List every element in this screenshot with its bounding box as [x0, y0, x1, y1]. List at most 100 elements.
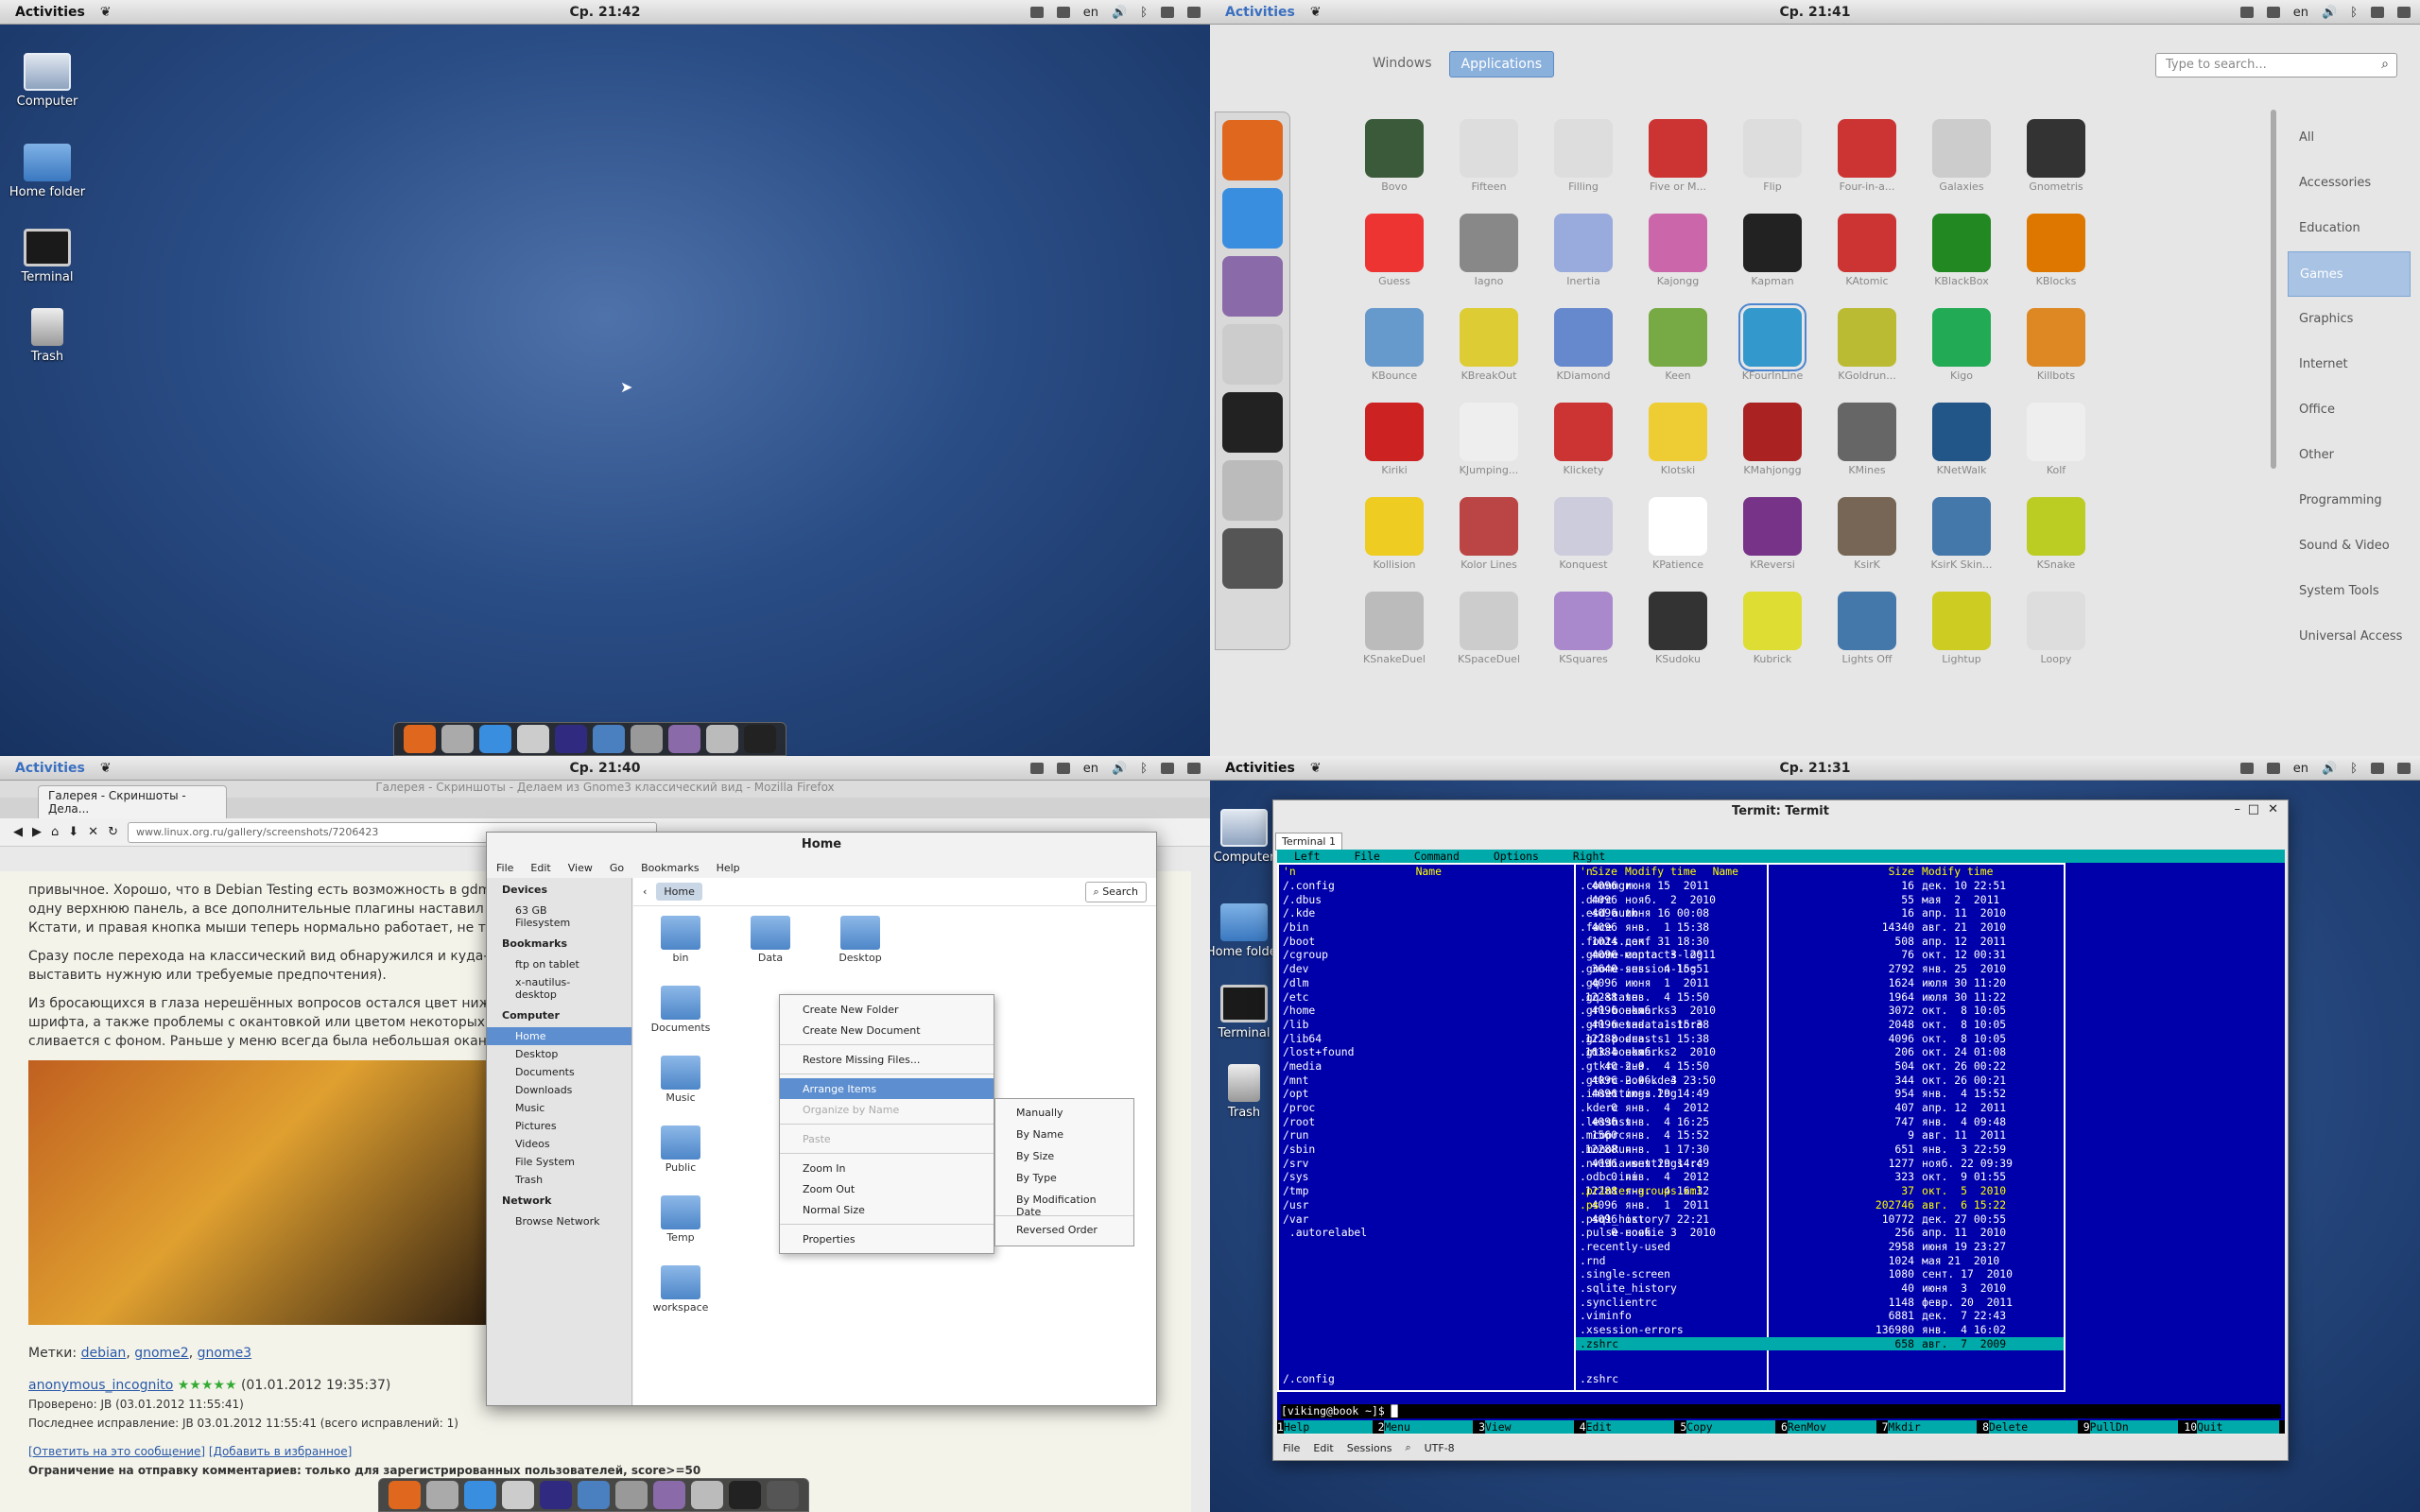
clock[interactable]: Ср. 21:40	[569, 761, 640, 776]
reload-icon[interactable]: ↻	[108, 825, 118, 839]
app-item[interactable]: KFourInLine	[1725, 303, 1820, 403]
activities-button[interactable]: Activities	[1210, 761, 1310, 776]
category-item[interactable]: Other	[2288, 433, 2411, 478]
menu-bookmarks[interactable]: Bookmarks	[641, 862, 699, 874]
app-item[interactable]: Galaxies	[1914, 119, 2009, 214]
sidebar-item-ftp[interactable]: ftp on tablet	[487, 955, 631, 973]
files-icon[interactable]	[615, 1481, 648, 1509]
gimp-icon[interactable]	[767, 1481, 799, 1509]
app-item[interactable]: Five or M...	[1631, 119, 1725, 214]
keyboard-layout[interactable]: en	[1083, 762, 1098, 776]
file-row[interactable]: .kderc 407 апр. 12 2011	[1576, 1101, 2064, 1115]
file-row[interactable]: .xsession-errors 136980 янв. 4 16:02	[1576, 1323, 2064, 1337]
reply-link[interactable]: [Ответить на это сообщение]	[28, 1445, 205, 1458]
app-item[interactable]: Filling	[1536, 119, 1631, 214]
menu-by-type[interactable]: By Type	[995, 1168, 1133, 1190]
app-item[interactable]: Lights Off	[1820, 592, 1914, 686]
file-row[interactable]: .dmrc 55 мая 2 2011	[1576, 893, 2064, 907]
app-item[interactable]: KGoldrun...	[1820, 308, 1914, 403]
network-icon[interactable]	[1029, 7, 1044, 18]
file-row[interactable]: .recently-used 2958 июня 19 23:27	[1576, 1240, 2064, 1254]
category-item[interactable]: Education	[2288, 206, 2411, 251]
bluetooth-icon[interactable]: ᛒ	[2350, 762, 2358, 776]
tab-windows[interactable]: Windows	[1361, 51, 1443, 77]
app-item[interactable]: Loopy	[2009, 592, 2103, 686]
category-item[interactable]: System Tools	[2288, 569, 2411, 614]
tab-applications[interactable]: Applications	[1448, 51, 1555, 77]
desktop-icon-terminal[interactable]: Terminal	[0, 229, 95, 284]
app-item[interactable]: KJumping...	[1442, 403, 1536, 497]
clock[interactable]: Ср. 21:42	[569, 5, 640, 20]
sidebar-item-trash[interactable]: Trash	[487, 1171, 631, 1189]
keyboard-layout[interactable]: en	[2293, 762, 2308, 776]
category-item[interactable]: Universal Access	[2288, 614, 2411, 660]
menu-go[interactable]: Go	[610, 862, 624, 874]
sidebar-item-filesystem[interactable]: File System	[487, 1153, 631, 1171]
sidebar-item-music[interactable]: Music	[487, 1099, 631, 1117]
user-menu-icon[interactable]	[2397, 763, 2411, 774]
file-row[interactable]: .mcoprc 9 авг. 11 2011	[1576, 1128, 2064, 1143]
file-row[interactable]: .odbc.ini 323 окт. 9 01:55	[1576, 1170, 2064, 1184]
mc-menu-right[interactable]: Right	[1556, 850, 1622, 863]
app-item[interactable]: KSpaceDuel	[1442, 592, 1536, 686]
file-row[interactable]: .fonts.conf 508 апр. 12 2011	[1576, 935, 2064, 949]
foot-icon[interactable]: ❦	[1310, 5, 1322, 20]
app-item[interactable]: Inertia	[1536, 214, 1631, 308]
pidgin-icon[interactable]	[1222, 256, 1283, 317]
menu-zoom-out[interactable]: Zoom Out	[780, 1178, 994, 1199]
app-item[interactable]: Kollision	[1347, 497, 1442, 592]
file-row[interactable]: .rnd 1024 мая 21 2010	[1576, 1254, 2064, 1268]
foot-icon[interactable]: ❦	[100, 761, 112, 776]
bluetooth-icon[interactable]: ᛒ	[1140, 6, 1148, 20]
menu-restore-missing[interactable]: Restore Missing Files...	[780, 1049, 994, 1070]
clock[interactable]: Ср. 21:31	[1779, 761, 1850, 776]
category-item[interactable]: Office	[2288, 387, 2411, 433]
app-grid-scrollbar[interactable]	[2271, 110, 2276, 469]
maximize-icon[interactable]: □	[2248, 802, 2259, 816]
terminal-tab[interactable]: Terminal 1	[1275, 833, 1342, 850]
app-item[interactable]: Flip	[1725, 119, 1820, 214]
sidebar-item-desktop[interactable]: Desktop	[487, 1045, 631, 1063]
app-item[interactable]: Klotski	[1631, 403, 1725, 497]
category-item[interactable]: Games	[2288, 251, 2411, 297]
volume-icon[interactable]: 🔊	[1112, 762, 1127, 776]
foot-icon[interactable]: ❦	[100, 5, 112, 20]
app-item[interactable]: KSnakeDuel	[1347, 592, 1442, 686]
folder-public[interactable]: Public	[643, 1125, 718, 1174]
pidgin-icon[interactable]	[668, 725, 700, 753]
tag-link[interactable]: gnome3	[198, 1346, 251, 1361]
menu-by-name[interactable]: By Name	[995, 1125, 1133, 1146]
app-item[interactable]: Lightup	[1914, 592, 2009, 686]
file-row[interactable]: .sqlite_history 40 июня 3 2010	[1576, 1281, 2064, 1296]
app-item[interactable]: KBlackBox	[1914, 214, 2009, 308]
file-row[interactable]: .printer-groups.xml 37 окт. 5 2010	[1576, 1184, 2064, 1198]
settings-icon[interactable]	[706, 725, 738, 753]
fkey-button[interactable]: 4Edit	[1579, 1420, 1675, 1434]
app-item[interactable]: Klickety	[1536, 403, 1631, 497]
file-row[interactable]: .gtkrc-2.0-kde4 344 окт. 26 00:21	[1576, 1074, 2064, 1088]
terminal-icon[interactable]	[729, 1481, 761, 1509]
sidebar-item-filesystem63[interactable]: 63 GB Filesystem	[487, 902, 631, 932]
folder-temp[interactable]: Temp	[643, 1195, 718, 1244]
stop-icon[interactable]: ✕	[88, 825, 98, 839]
app-item[interactable]: Bovo	[1347, 119, 1442, 214]
menu-reversed-order[interactable]: Reversed Order	[995, 1220, 1133, 1242]
download-icon[interactable]: ⬇	[68, 825, 78, 839]
chrome-icon[interactable]	[1222, 188, 1283, 249]
app-item[interactable]: KsirK Skin...	[1914, 497, 2009, 592]
tag-link[interactable]: debian	[81, 1346, 127, 1361]
text-editor-icon[interactable]	[502, 1481, 534, 1509]
fkey-button[interactable]: 7Mkdir	[1881, 1420, 1978, 1434]
app-item[interactable]: Keen	[1631, 308, 1725, 403]
battery-icon[interactable]	[2371, 763, 2384, 774]
author-link[interactable]: anonymous_incognito	[28, 1378, 173, 1393]
mc-menu-command[interactable]: Command	[1397, 850, 1477, 863]
fkey-button[interactable]: 9PullDn	[2083, 1420, 2179, 1434]
gimp-icon[interactable]	[1222, 528, 1283, 589]
app-item[interactable]: KReversi	[1725, 497, 1820, 592]
app-item[interactable]: Iagno	[1442, 214, 1536, 308]
folder-icon[interactable]	[1056, 7, 1070, 18]
battery-icon[interactable]	[2371, 7, 2384, 18]
firefox-tab[interactable]: Галерея - Скриншоты - Дела...	[38, 785, 227, 818]
volume-icon[interactable]: 🔊	[1112, 6, 1127, 20]
